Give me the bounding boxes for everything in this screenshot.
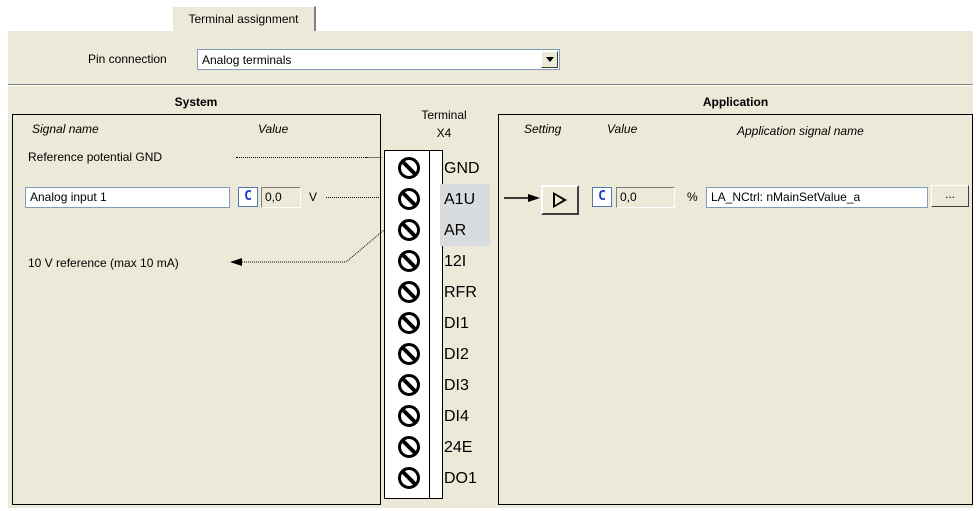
- terminal-pin-di3: DI3: [384, 370, 469, 401]
- pin-connection-value: Analog terminals: [202, 53, 292, 67]
- terminal-pin-di4: DI4: [384, 401, 469, 432]
- pin-label: 12I: [444, 253, 467, 270]
- application-value-field: 0,0: [616, 187, 675, 208]
- application-title: Application: [702, 95, 769, 109]
- screw-terminal-icon: [398, 281, 420, 303]
- screw-terminal-icon: [398, 312, 420, 334]
- system-value-field: 0,0: [261, 187, 301, 208]
- terminal-subtitle: X4: [436, 126, 452, 140]
- screw-terminal-icon: [398, 343, 420, 365]
- pin-label: A1U: [440, 184, 490, 215]
- pin-connection-select[interactable]: Analog terminals: [197, 49, 560, 70]
- system-title: System: [174, 95, 218, 109]
- browse-signal-button[interactable]: ...: [931, 185, 969, 207]
- terminal-pin-rfr: RFR: [384, 277, 477, 308]
- signal-reference-gnd: Reference potential GND: [28, 150, 163, 164]
- analog-input-name-field[interactable]: Analog input 1: [25, 187, 230, 208]
- pin-label: 24E: [444, 439, 473, 456]
- signal-10v-reference: 10 V reference (max 10 mA): [28, 256, 179, 270]
- screw-terminal-icon: [398, 436, 420, 458]
- pin-label: DI4: [444, 408, 469, 425]
- connector-line-gnd: [236, 157, 366, 158]
- screw-terminal-icon: [398, 250, 420, 272]
- terminal-title: Terminal: [421, 108, 467, 122]
- terminal-pin-di1: DI1: [384, 308, 469, 339]
- terminal-pin-do1: DO1: [384, 463, 477, 494]
- system-col-signal-name: Signal name: [32, 122, 99, 136]
- c-button-system[interactable]: C: [238, 187, 258, 207]
- terminal-pin-a1u: A1U: [384, 184, 490, 215]
- pin-connection-label: Pin connection: [88, 52, 167, 66]
- pin-label: RFR: [444, 284, 477, 301]
- pin-label: DO1: [444, 470, 477, 487]
- terminal-pins: GND A1U AR 12I RFR DI1 DI2 DI3 DI4 24E D…: [384, 150, 504, 499]
- screw-terminal-icon: [398, 188, 420, 210]
- c-button-application[interactable]: C: [592, 187, 612, 207]
- header-separator: [8, 84, 973, 86]
- app-col-value: Value: [607, 122, 638, 136]
- application-signal-field[interactable]: LA_NCtrl: nMainSetValue_a: [706, 187, 928, 208]
- application-group: [498, 114, 973, 505]
- pin-label: DI2: [444, 346, 469, 363]
- screw-terminal-icon: [398, 405, 420, 427]
- system-group: [12, 114, 381, 505]
- app-col-setting: Setting: [524, 122, 562, 136]
- system-col-value: Value: [258, 122, 289, 136]
- connector-line-a1u: [326, 197, 381, 198]
- tab-terminal-assignment[interactable]: Terminal assignment: [172, 6, 316, 31]
- play-triangle-icon: [553, 192, 567, 208]
- connector-arrow-ar: [230, 229, 385, 266]
- application-unit: %: [687, 190, 698, 204]
- terminal-pin-24e: 24E: [384, 432, 472, 463]
- terminal-pin-12i: 12I: [384, 246, 466, 277]
- pin-label: DI3: [444, 377, 469, 394]
- pin-label: AR: [440, 215, 490, 246]
- arrow-right-icon: [504, 194, 540, 202]
- screw-terminal-icon: [398, 219, 420, 241]
- system-unit: V: [309, 190, 318, 204]
- screw-terminal-icon: [398, 157, 420, 179]
- terminal-pin-di2: DI2: [384, 339, 469, 370]
- chevron-down-icon[interactable]: [541, 51, 558, 68]
- screw-terminal-icon: [398, 374, 420, 396]
- app-col-signal-name: Application signal name: [737, 124, 864, 138]
- screw-terminal-icon: [398, 467, 420, 489]
- pin-label: GND: [444, 160, 480, 177]
- apply-setting-button[interactable]: [541, 185, 579, 215]
- terminal-pin-gnd: GND: [384, 153, 480, 184]
- terminal-pin-ar: AR: [384, 215, 490, 246]
- pin-label: DI1: [444, 315, 469, 332]
